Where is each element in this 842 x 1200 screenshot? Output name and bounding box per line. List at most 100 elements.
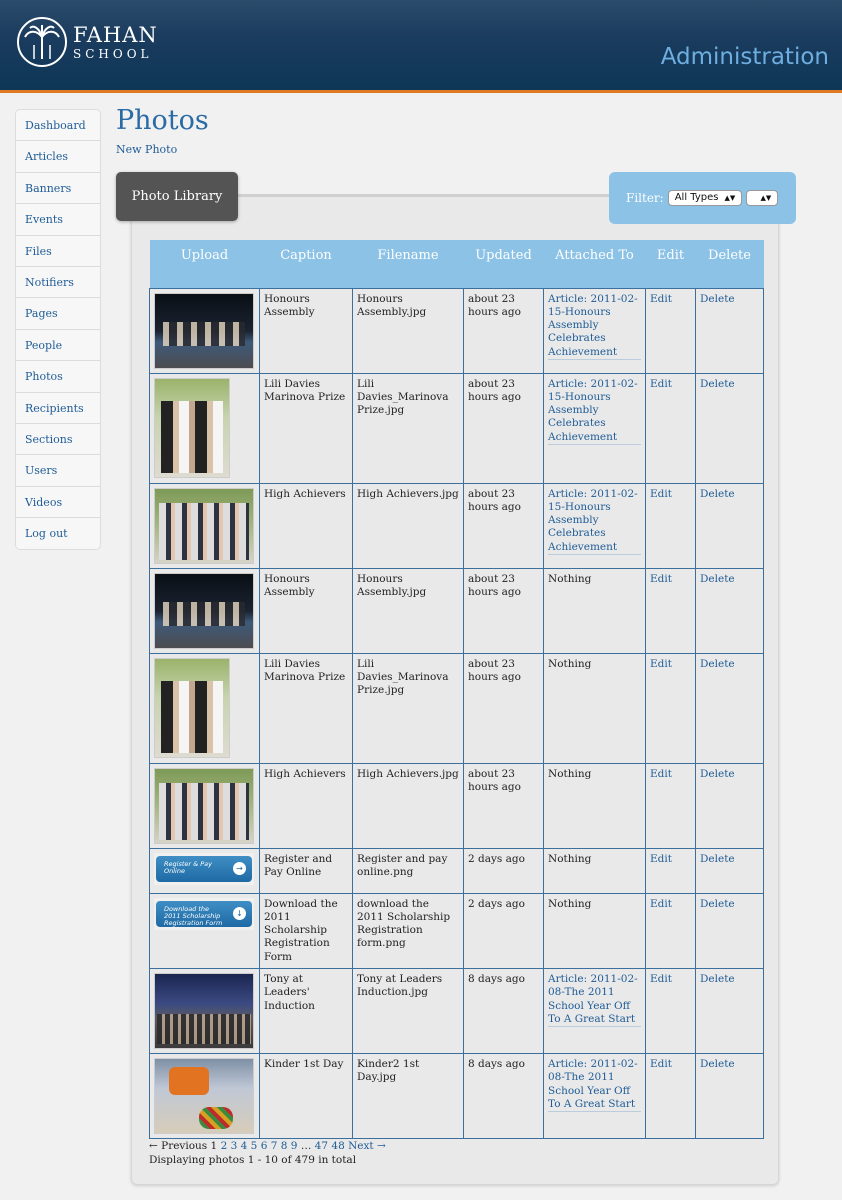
attached-article-link[interactable]: Article: 2011-02-15-Honours Assembly Cel… <box>548 293 641 360</box>
updated-text-cell: about 23 hours ago <box>463 287 544 374</box>
table-header-row: Upload Caption Filename Updated Attached… <box>149 240 764 288</box>
sidebar-item-users[interactable]: Users <box>16 455 100 487</box>
edit-link-cell: Edit <box>645 482 696 569</box>
pagination-page-link[interactable]: 5 <box>251 1140 258 1152</box>
attached-article-link[interactable]: Article: 2011-02-08-The 2011 School Year… <box>548 1058 641 1113</box>
sidebar-item-articles[interactable]: Articles <box>16 141 100 173</box>
pagination-page-link[interactable]: 48 <box>331 1140 344 1152</box>
edit-link[interactable]: Edit <box>650 768 672 780</box>
delete-link-cell: Delete <box>695 372 764 484</box>
sidebar-item-label[interactable]: Log out <box>25 527 68 540</box>
sidebar-item-photos[interactable]: Photos <box>16 361 100 393</box>
upload-cell <box>149 762 260 849</box>
sidebar-item-banners[interactable]: Banners <box>16 173 100 205</box>
pagination-page-link[interactable]: 9 <box>291 1140 298 1152</box>
sidebar-item-pages[interactable]: Pages <box>16 298 100 330</box>
delete-link[interactable]: Delete <box>700 573 735 585</box>
page-title: Photos <box>116 105 209 136</box>
pagination-page-link[interactable]: 47 <box>315 1140 328 1152</box>
delete-link[interactable]: Delete <box>700 973 735 985</box>
sidebar-item-label[interactable]: Photos <box>25 370 63 383</box>
photo-thumbnail[interactable] <box>154 487 254 564</box>
sidebar-item-label[interactable]: Sections <box>25 433 73 446</box>
edit-link[interactable]: Edit <box>650 1058 672 1070</box>
sidebar-item-label[interactable]: Events <box>25 213 63 226</box>
sidebar-item-label[interactable]: Notifiers <box>25 276 74 289</box>
sidebar-item-label[interactable]: Articles <box>25 150 68 163</box>
new-photo-link[interactable]: New Photo <box>116 143 177 156</box>
delete-link[interactable]: Delete <box>700 658 735 670</box>
sidebar-item-videos[interactable]: Videos <box>16 487 100 519</box>
column-header-upload: Upload <box>149 240 260 288</box>
sidebar-item-files[interactable]: Files <box>16 236 100 267</box>
attached-article-link-cell: Article: 2011-02-15-Honours Assembly Cel… <box>543 372 646 484</box>
photo-thumbnail[interactable]: Download the 2011 Scholarship Registrati… <box>154 897 254 930</box>
edit-link[interactable]: Edit <box>650 293 672 305</box>
photo-thumbnail[interactable] <box>154 657 230 758</box>
delete-link-cell: Delete <box>695 1052 764 1139</box>
tab-photo-library[interactable]: Photo Library <box>116 172 238 221</box>
school-logo[interactable]: FAHAN SCHOOL <box>17 17 158 67</box>
sidebar-item-people[interactable]: People <box>16 330 100 362</box>
filename-text-cell: High Achievers.jpg <box>352 762 464 849</box>
sidebar-item-label[interactable]: People <box>25 339 62 352</box>
updated-text-cell: 8 days ago <box>463 967 544 1054</box>
delete-link[interactable]: Delete <box>700 378 735 390</box>
photo-thumbnail[interactable] <box>154 767 254 844</box>
edit-link[interactable]: Edit <box>650 378 672 390</box>
photos-table: Upload Caption Filename Updated Attached… <box>149 240 764 1139</box>
sidebar-item-sections[interactable]: Sections <box>16 424 100 456</box>
type-filter-select[interactable]: All Types ▲▼ <box>667 190 743 206</box>
sidebar-item-label[interactable]: Banners <box>25 182 71 195</box>
pagination-page-link[interactable]: 6 <box>261 1140 268 1152</box>
edit-link[interactable]: Edit <box>650 573 672 585</box>
edit-link[interactable]: Edit <box>650 488 672 500</box>
delete-link[interactable]: Delete <box>700 488 735 500</box>
sidebar-item-log-out[interactable]: Log out <box>16 518 100 549</box>
updated-text-cell: about 23 hours ago <box>463 567 544 654</box>
filename-text-cell: Tony at Leaders Induction.jpg <box>352 967 464 1054</box>
pagination-page-link[interactable]: 7 <box>271 1140 278 1152</box>
updated-text-cell: about 23 hours ago <box>463 762 544 849</box>
edit-link[interactable]: Edit <box>650 853 672 865</box>
sidebar-item-label[interactable]: Pages <box>25 307 58 320</box>
edit-link[interactable]: Edit <box>650 973 672 985</box>
edit-link[interactable]: Edit <box>650 658 672 670</box>
pagination-page-link[interactable]: 4 <box>241 1140 248 1152</box>
attached-article-link[interactable]: Article: 2011-02-15-Honours Assembly Cel… <box>548 488 641 555</box>
sidebar-item-notifiers[interactable]: Notifiers <box>16 267 100 299</box>
caption-text-cell: Kinder 1st Day <box>259 1052 353 1139</box>
photo-thumbnail[interactable] <box>154 377 230 478</box>
sidebar-item-dashboard[interactable]: Dashboard <box>16 110 100 142</box>
edit-link[interactable]: Edit <box>650 898 672 910</box>
sidebar-item-label[interactable]: Videos <box>25 496 62 509</box>
delete-link[interactable]: Delete <box>700 898 735 910</box>
caption-text: Tony at Leaders' Induction <box>264 972 315 1012</box>
sidebar-item-label[interactable]: Dashboard <box>25 119 86 132</box>
logo-text-fahan: FAHAN <box>73 22 158 47</box>
pagination-page-link[interactable]: 2 <box>221 1140 228 1152</box>
delete-link[interactable]: Delete <box>700 768 735 780</box>
sidebar-item-label[interactable]: Recipients <box>25 402 84 415</box>
filename-text: Honours Assembly.jpg <box>357 292 427 318</box>
secondary-filter-select[interactable]: ▲▼ <box>746 190 779 206</box>
delete-link[interactable]: Delete <box>700 1058 735 1070</box>
photo-thumbnail[interactable] <box>154 572 254 649</box>
delete-link[interactable]: Delete <box>700 853 735 865</box>
photo-thumbnail[interactable]: Register & Pay Online → <box>154 852 254 885</box>
photo-thumbnail[interactable] <box>154 972 254 1049</box>
photo-thumbnail[interactable] <box>154 1057 254 1134</box>
pagination-page-link[interactable]: 3 <box>231 1140 238 1152</box>
pagination-page-link[interactable]: 8 <box>281 1140 288 1152</box>
column-header-filename: Filename <box>352 240 464 288</box>
delete-link[interactable]: Delete <box>700 293 735 305</box>
sidebar-item-label[interactable]: Users <box>25 464 57 477</box>
pagination-next[interactable]: Next → <box>348 1140 386 1152</box>
sidebar-item-events[interactable]: Events <box>16 204 100 236</box>
attached-article-link[interactable]: Article: 2011-02-15-Honours Assembly Cel… <box>548 378 641 445</box>
filename-text-cell: High Achievers.jpg <box>352 482 464 569</box>
sidebar-item-recipients[interactable]: Recipients <box>16 393 100 424</box>
sidebar-item-label[interactable]: Files <box>25 245 52 258</box>
attached-article-link[interactable]: Article: 2011-02-08-The 2011 School Year… <box>548 973 641 1028</box>
photo-thumbnail[interactable] <box>154 292 254 369</box>
